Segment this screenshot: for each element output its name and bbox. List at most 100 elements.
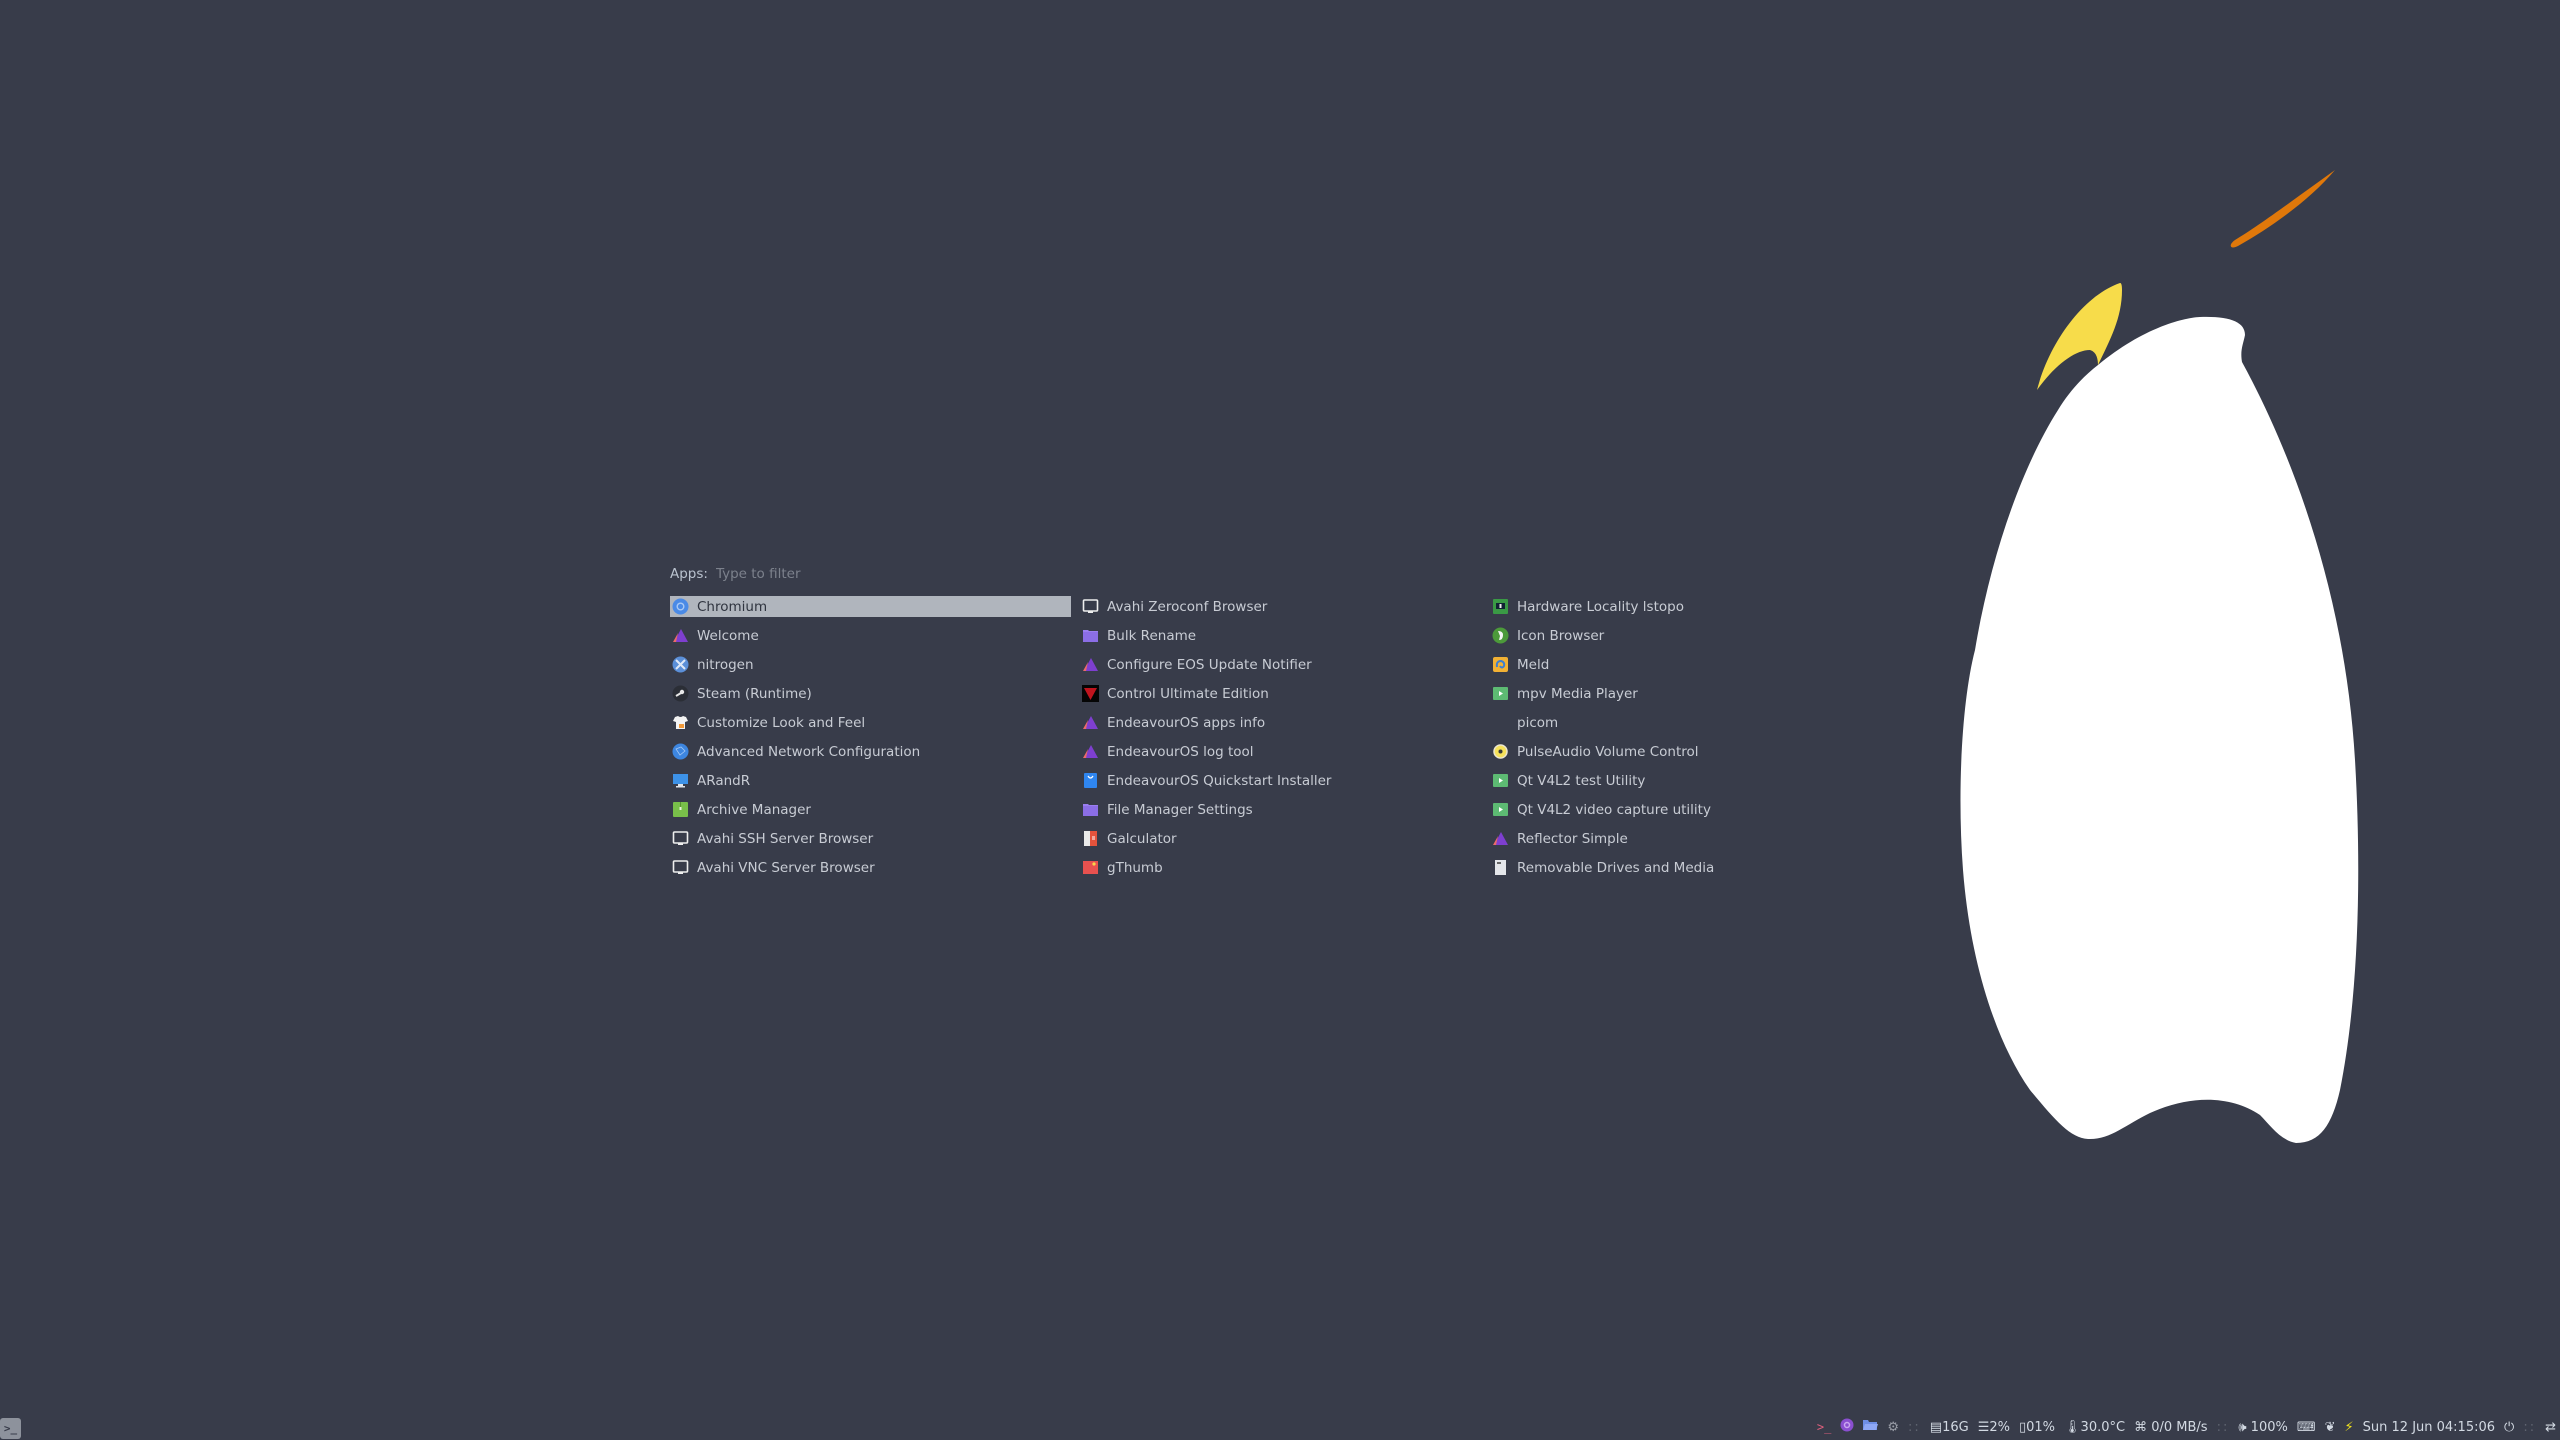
endeavouros-icon bbox=[1492, 830, 1509, 847]
archive-icon bbox=[672, 801, 689, 818]
app-item[interactable]: Customize Look and Feel bbox=[670, 712, 1071, 733]
app-item-label: Avahi Zeroconf Browser bbox=[1107, 598, 1268, 615]
cpu-usage: ▯01% bbox=[2018, 1419, 2056, 1435]
app-item-label: Customize Look and Feel bbox=[697, 714, 866, 731]
app-item-label: Icon Browser bbox=[1517, 627, 1605, 644]
app-item-label: Advanced Network Configuration bbox=[697, 743, 921, 760]
app-item[interactable]: Chromium bbox=[670, 596, 1071, 617]
app-item[interactable]: Bulk Rename bbox=[1080, 625, 1481, 646]
app-item-label: Meld bbox=[1517, 656, 1550, 673]
sync-arrows-icon[interactable]: ⇄ bbox=[2545, 1420, 2556, 1435]
app-item[interactable]: Removable Drives and Media bbox=[1490, 857, 1891, 878]
lightning-icon[interactable]: ⚡ bbox=[2345, 1420, 2354, 1435]
status-bar: >_ >_ ⚙ :: ▤16G ☰2% ▯01% 🌡30.0°C ⌘ 0/0 M… bbox=[0, 1414, 2560, 1440]
control-ue-icon bbox=[1082, 685, 1099, 702]
app-item-label: Archive Manager bbox=[697, 801, 811, 818]
file-manager-tray-icon[interactable] bbox=[1863, 1419, 1879, 1435]
app-item[interactable]: Avahi VNC Server Browser bbox=[670, 857, 1071, 878]
app-item[interactable]: ARandR bbox=[670, 770, 1071, 791]
app-item-label: Welcome bbox=[697, 627, 759, 644]
app-launcher: Apps: Chromium Welcome nitrogen Steam (Runt… bbox=[670, 563, 1770, 876]
app-item-label: Reflector Simple bbox=[1517, 830, 1628, 847]
app-item[interactable]: Reflector Simple bbox=[1490, 828, 1891, 849]
app-item-label: Hardware Locality lstopo bbox=[1517, 598, 1684, 615]
folder-icon bbox=[1082, 627, 1099, 644]
app-item-label: nitrogen bbox=[697, 656, 754, 673]
app-item[interactable]: picom bbox=[1490, 712, 1891, 733]
app-item[interactable]: Meld bbox=[1490, 654, 1891, 675]
folder-icon bbox=[1082, 801, 1099, 818]
app-item-label: Bulk Rename bbox=[1107, 627, 1197, 644]
app-column-2: Avahi Zeroconf Browser Bulk Rename Configu… bbox=[1080, 596, 1481, 886]
tray-separator: :: bbox=[1908, 1419, 1921, 1435]
app-item-label: EndeavourOS log tool bbox=[1107, 743, 1254, 760]
app-item[interactable]: Icon Browser bbox=[1490, 625, 1891, 646]
app-item[interactable]: Configure EOS Update Notifier bbox=[1080, 654, 1481, 675]
app-item-label: ARandR bbox=[697, 772, 751, 789]
temperature: 🌡30.0°C bbox=[2064, 1419, 2126, 1435]
app-item-label: gThumb bbox=[1107, 859, 1163, 876]
terminal-icon: >_ bbox=[3, 1422, 18, 1435]
app-item[interactable]: mpv Media Player bbox=[1490, 683, 1891, 704]
app-item[interactable]: EndeavourOS log tool bbox=[1080, 741, 1481, 762]
app-item[interactable]: gThumb bbox=[1080, 857, 1481, 878]
nitrogen-icon bbox=[672, 656, 689, 673]
app-item[interactable]: Hardware Locality lstopo bbox=[1490, 596, 1891, 617]
memory-icon: ☰ bbox=[1977, 1419, 1990, 1435]
clock[interactable]: Sun 12 Jun 04:15:06 bbox=[2363, 1420, 2495, 1435]
terminal-tray-icon[interactable]: >_ bbox=[1817, 1420, 1831, 1434]
gimp-icon bbox=[1492, 627, 1509, 644]
launcher-prompt: Apps: bbox=[670, 563, 1770, 585]
disk-icon: ▤ bbox=[1929, 1419, 1943, 1435]
hardware-board-icon bbox=[1492, 598, 1509, 615]
endeavouros-icon bbox=[1082, 656, 1099, 673]
speaker-icon: 🕪 bbox=[2238, 1419, 2247, 1435]
screen-outline-icon bbox=[672, 859, 689, 876]
steam-tray-icon[interactable]: ⚙ bbox=[1887, 1420, 1899, 1435]
app-item[interactable]: Control Ultimate Edition bbox=[1080, 683, 1481, 704]
disk-usage: ▤16G bbox=[1929, 1419, 1969, 1435]
prompt-label: Apps: bbox=[670, 566, 708, 582]
power-icon[interactable]: ⏻ bbox=[2504, 1420, 2514, 1435]
app-item[interactable]: Avahi Zeroconf Browser bbox=[1080, 596, 1481, 617]
volume[interactable]: 🕪 100% bbox=[2238, 1420, 2288, 1435]
network-globe-icon bbox=[672, 743, 689, 760]
app-item[interactable]: nitrogen bbox=[670, 654, 1071, 675]
app-item[interactable]: Advanced Network Configuration bbox=[670, 741, 1071, 762]
steam-icon bbox=[672, 685, 689, 702]
app-item[interactable]: Steam (Runtime) bbox=[670, 683, 1071, 704]
app-item[interactable]: Qt V4L2 test Utility bbox=[1490, 770, 1891, 791]
app-item-label: PulseAudio Volume Control bbox=[1517, 743, 1699, 760]
tray-separator: :: bbox=[2523, 1419, 2537, 1435]
penguin-accent-streak bbox=[2230, 170, 2335, 248]
app-item[interactable]: EndeavourOS Quickstart Installer bbox=[1080, 770, 1481, 791]
leaf-icon[interactable]: ❦ bbox=[2325, 1420, 2336, 1435]
keyboard-icon[interactable]: ⌨ bbox=[2297, 1420, 2316, 1435]
screen-outline-icon bbox=[672, 830, 689, 847]
chromium-tray-icon[interactable] bbox=[1840, 1418, 1854, 1436]
app-column-3: Hardware Locality lstopo Icon Browser Meld… bbox=[1490, 596, 1891, 886]
app-item[interactable]: EndeavourOS apps info bbox=[1080, 712, 1481, 733]
app-item-label: Qt V4L2 video capture utility bbox=[1517, 801, 1711, 818]
app-item[interactable]: Avahi SSH Server Browser bbox=[670, 828, 1071, 849]
tray-separator: :: bbox=[2216, 1419, 2230, 1435]
app-item[interactable]: Galculator bbox=[1080, 828, 1481, 849]
app-item-label: mpv Media Player bbox=[1517, 685, 1638, 702]
app-column-1: Chromium Welcome nitrogen Steam (Runtime) Cu… bbox=[670, 596, 1071, 886]
app-item-label: EndeavourOS apps info bbox=[1107, 714, 1266, 731]
play-icon bbox=[1492, 772, 1509, 789]
filter-input[interactable] bbox=[715, 563, 1016, 585]
blank-icon bbox=[1492, 714, 1509, 731]
app-item-label: Avahi SSH Server Browser bbox=[697, 830, 874, 847]
app-item-label: EndeavourOS Quickstart Installer bbox=[1107, 772, 1332, 789]
terminal-launcher-button[interactable]: >_ bbox=[0, 1418, 21, 1439]
app-item[interactable]: File Manager Settings bbox=[1080, 799, 1481, 820]
app-item[interactable]: PulseAudio Volume Control bbox=[1490, 741, 1891, 762]
app-item[interactable]: Welcome bbox=[670, 625, 1071, 646]
app-item[interactable]: Qt V4L2 video capture utility bbox=[1490, 799, 1891, 820]
shopping-bag-icon bbox=[1082, 772, 1099, 789]
app-item-label: Steam (Runtime) bbox=[697, 685, 812, 702]
app-item[interactable]: Archive Manager bbox=[670, 799, 1071, 820]
app-item-label: Removable Drives and Media bbox=[1517, 859, 1715, 876]
drive-icon bbox=[1492, 859, 1509, 876]
